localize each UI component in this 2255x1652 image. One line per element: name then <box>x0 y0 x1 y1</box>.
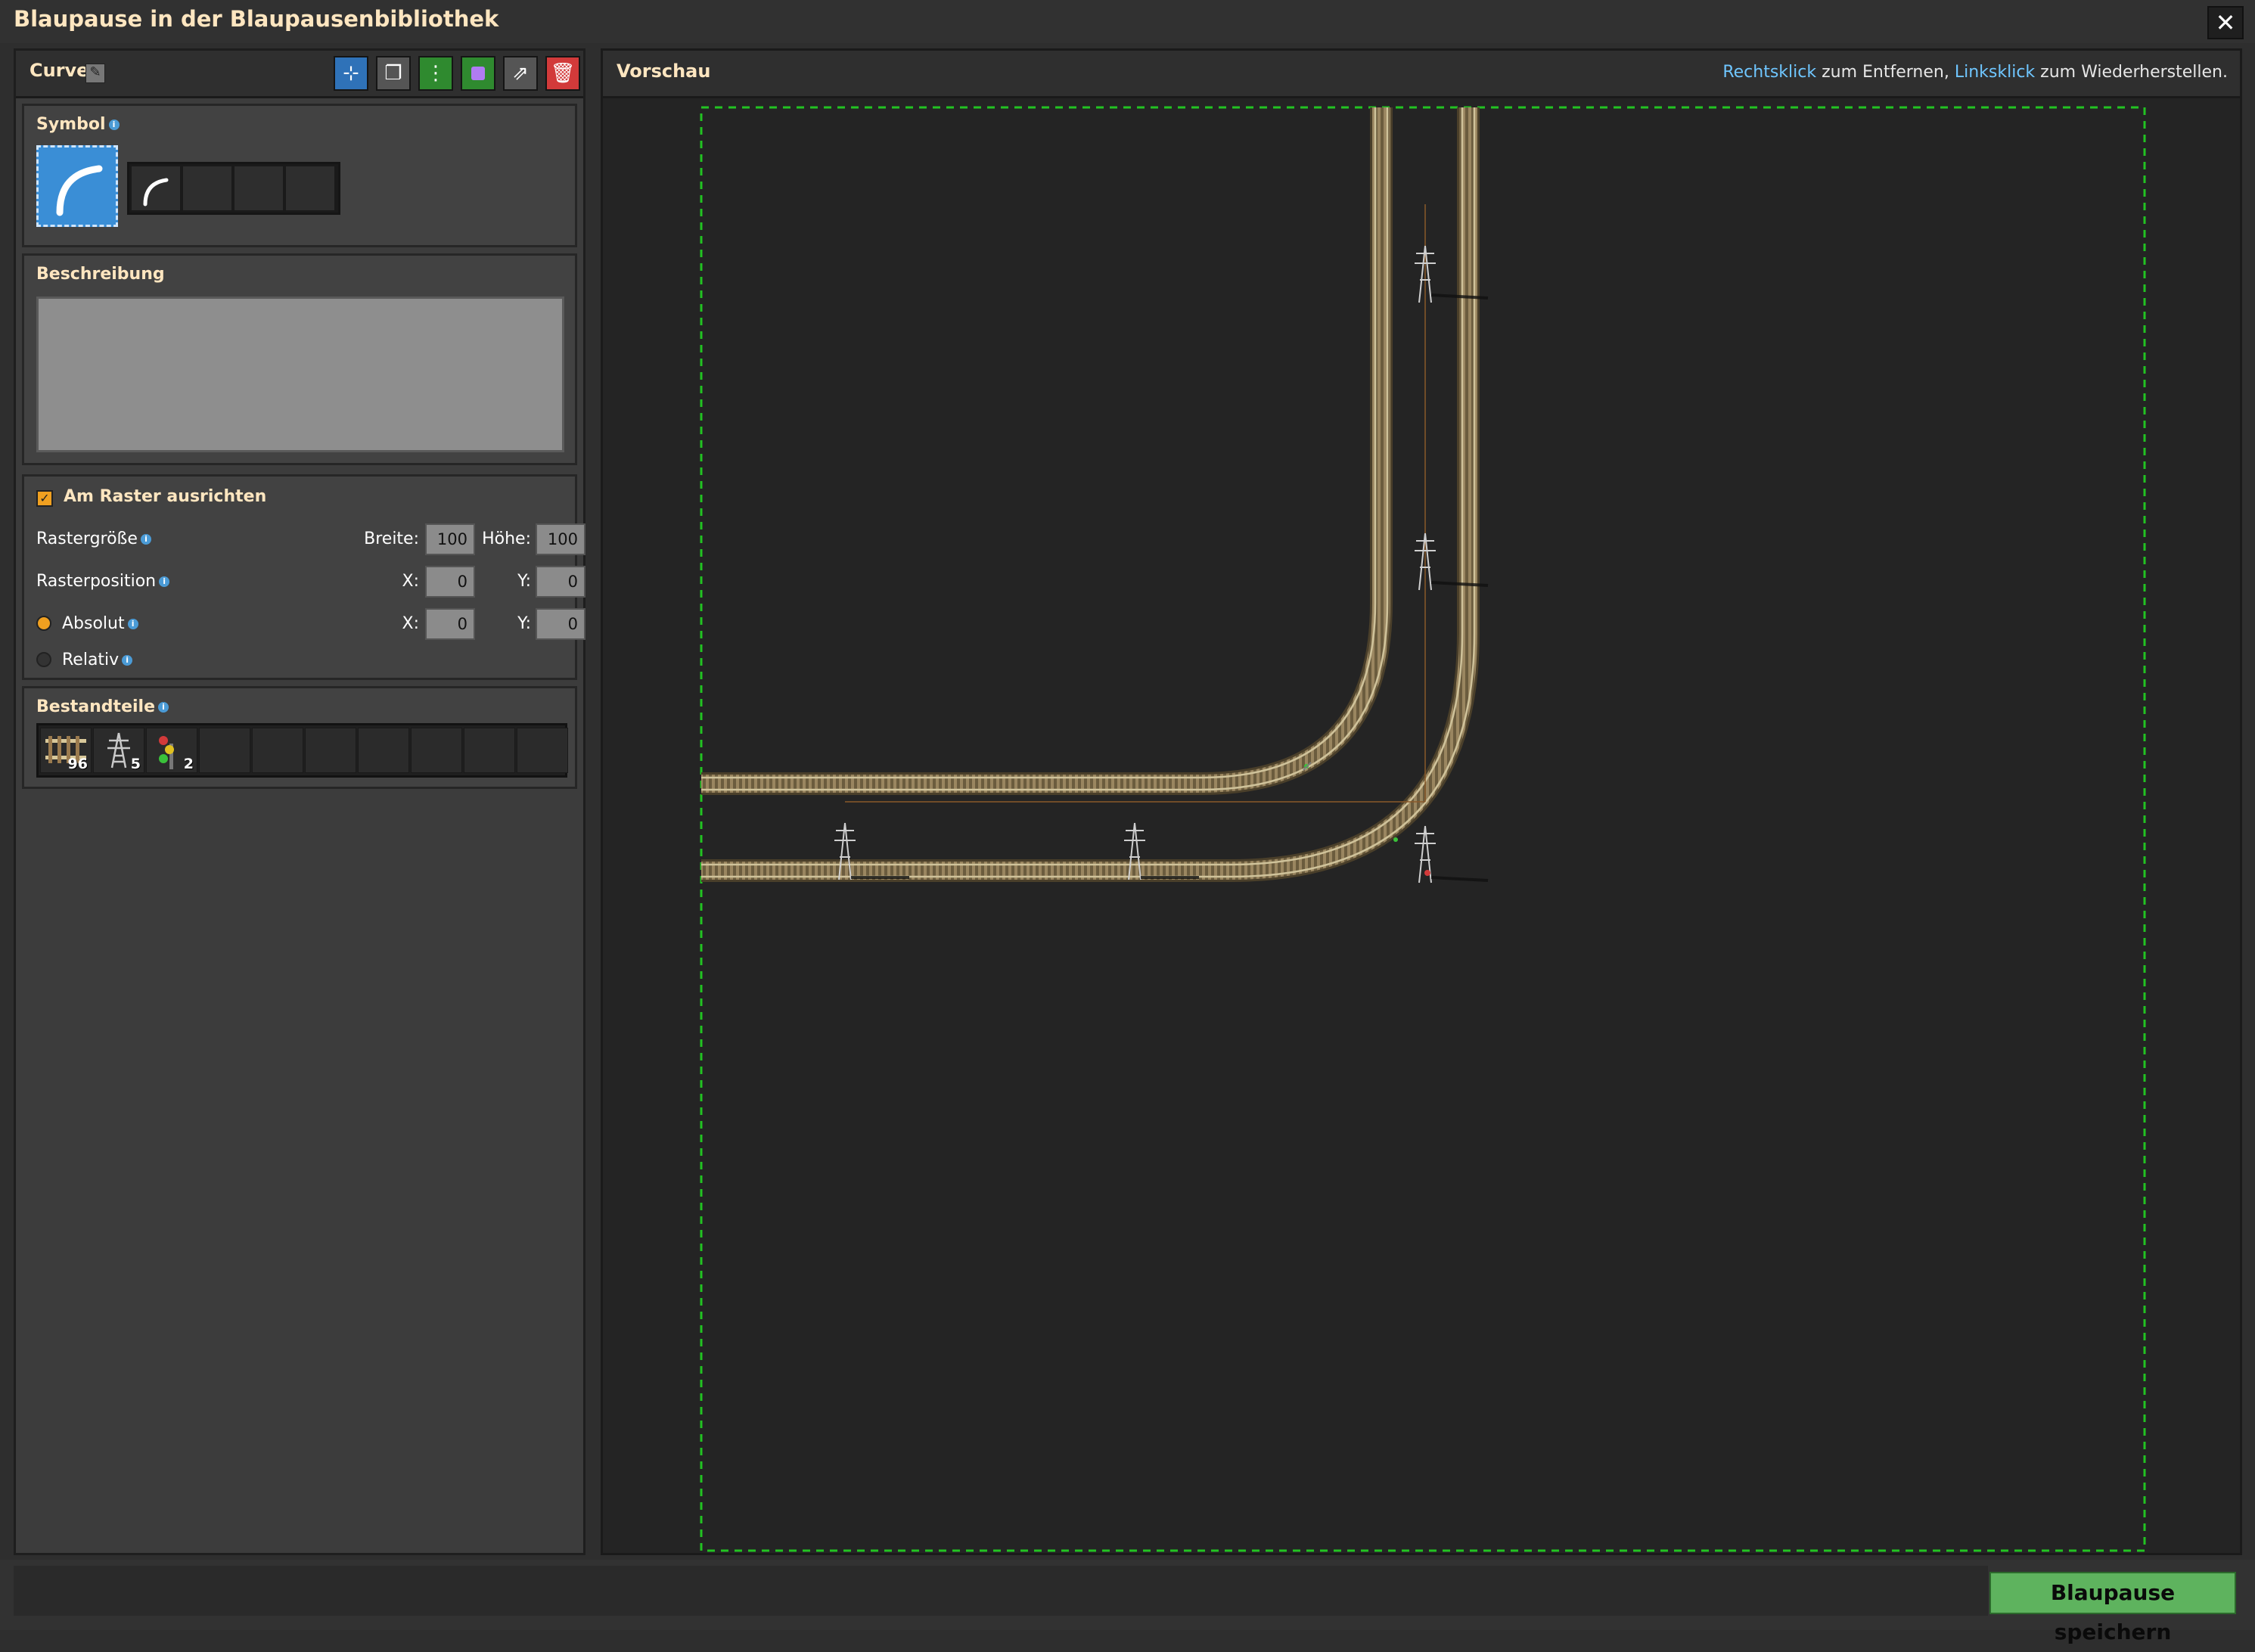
components-section: Bestandteile i 96 5 2 <box>22 686 577 789</box>
absolute-y-input[interactable]: 0 <box>536 608 585 640</box>
component-slot <box>199 728 250 773</box>
grid-pos-x-input[interactable]: 0 <box>425 566 475 598</box>
absolute-radio[interactable] <box>36 616 51 631</box>
select-area-icon[interactable]: ⊹ <box>334 56 368 91</box>
absolute-label: Absolut <box>62 614 125 633</box>
symbol-slot[interactable] <box>182 166 232 211</box>
trash-icon[interactable]: 🗑 <box>545 56 580 91</box>
preview-hint: Rechtsklick zum Entfernen, Linksklick zu… <box>1722 63 2228 82</box>
footer-bar <box>14 1566 1988 1616</box>
hint-end: zum Wiederherstellen. <box>2035 63 2228 82</box>
power-wires <box>845 204 1426 803</box>
grid-width-input[interactable]: 100 <box>425 523 475 555</box>
export-icon[interactable]: ⇗ <box>503 56 538 91</box>
hint-middle: zum Entfernen, <box>1816 63 1955 82</box>
grid-icon[interactable]: ⋮ <box>418 56 453 91</box>
window-titlebar: Blaupause in der Blaupausenbibliothek ✕ <box>0 0 2255 43</box>
purple-square-icon[interactable] <box>461 56 495 91</box>
blueprint-settings-panel: Curve ✎ ⊹ ❐ ⋮ ⇗ 🗑 Symbol i Beschreibung … <box>14 48 585 1555</box>
signal-count: 2 <box>183 756 194 772</box>
rail-signal-icon[interactable]: 2 <box>146 728 197 773</box>
grid-position-label: Rasterposition <box>36 572 157 591</box>
symbol-section: Symbol i <box>22 104 577 247</box>
component-slot <box>517 728 568 773</box>
hint-leftclick: Linksklick <box>1954 63 2036 82</box>
pole-count: 5 <box>130 756 141 772</box>
pos-y-label: Y: <box>517 572 531 591</box>
save-blueprint-button[interactable]: Blaupause speichern <box>1989 1572 2236 1644</box>
component-slot <box>305 728 356 773</box>
symbol-slot[interactable] <box>285 166 335 211</box>
description-section: Beschreibung <box>22 253 577 465</box>
blueprint-preview-canvas[interactable] <box>603 98 2240 1553</box>
width-label: Breite: <box>364 529 419 548</box>
description-title: Beschreibung <box>36 265 165 284</box>
relative-radio[interactable] <box>36 652 51 667</box>
symbol-title: Symbol <box>36 115 106 134</box>
footer: Blaupause speichern <box>0 1560 2255 1644</box>
abs-y-label: Y: <box>517 614 531 633</box>
grid-height-input[interactable]: 100 <box>536 523 585 555</box>
copy-icon[interactable]: ❐ <box>376 56 411 91</box>
grid-size-label: Rastergröße <box>36 529 138 548</box>
pos-x-label: X: <box>402 572 419 591</box>
curved-rail-icon[interactable] <box>36 145 118 227</box>
blueprint-header: Curve ✎ ⊹ ❐ ⋮ ⇗ 🗑 <box>16 51 583 98</box>
components-list: 96 5 2 <box>36 723 568 778</box>
abs-x-label: X: <box>402 614 419 633</box>
preview-header: Vorschau Rechtsklick zum Entfernen, Link… <box>603 51 2240 98</box>
symbol-slot[interactable] <box>131 166 181 211</box>
info-icon[interactable]: i <box>108 120 120 130</box>
component-slot <box>464 728 515 773</box>
component-slot <box>252 728 303 773</box>
big-electric-pole-icon[interactable]: 5 <box>93 728 144 773</box>
absolute-x-input[interactable]: 0 <box>425 608 475 640</box>
close-button[interactable]: ✕ <box>2207 6 2244 39</box>
component-slot <box>358 728 409 773</box>
height-label: Höhe: <box>482 529 531 548</box>
info-icon[interactable]: i <box>159 576 170 587</box>
description-field[interactable] <box>36 297 564 452</box>
blueprint-name: Curve <box>30 60 89 81</box>
info-icon[interactable]: i <box>158 702 169 713</box>
snap-checkbox[interactable]: ✓ <box>36 490 53 507</box>
window-title: Blaupause in der Blaupausenbibliothek <box>14 6 499 32</box>
symbol-slots <box>127 162 340 215</box>
pencil-icon[interactable]: ✎ <box>85 64 105 83</box>
grid-section: ✓ Am Raster ausrichten Rastergröße i Brei… <box>22 474 585 680</box>
preview-title: Vorschau <box>617 61 711 82</box>
rail-count: 96 <box>67 756 88 772</box>
rail-icon[interactable]: 96 <box>40 728 92 773</box>
symbol-slot[interactable] <box>234 166 284 211</box>
preview-panel: Vorschau Rechtsklick zum Entfernen, Link… <box>601 48 2242 1555</box>
info-icon[interactable]: i <box>122 655 133 666</box>
info-icon[interactable]: i <box>127 619 138 629</box>
info-icon[interactable]: i <box>140 534 151 545</box>
snap-label: Am Raster ausrichten <box>64 487 267 506</box>
grid-pos-y-input[interactable]: 0 <box>536 566 585 598</box>
components-title: Bestandteile <box>36 697 155 716</box>
relative-label: Relativ <box>62 651 120 669</box>
hint-rightclick: Rechtsklick <box>1722 63 1817 82</box>
component-slot <box>411 728 462 773</box>
grid-boundary <box>700 106 2146 1552</box>
rail-tracks <box>701 107 1480 882</box>
